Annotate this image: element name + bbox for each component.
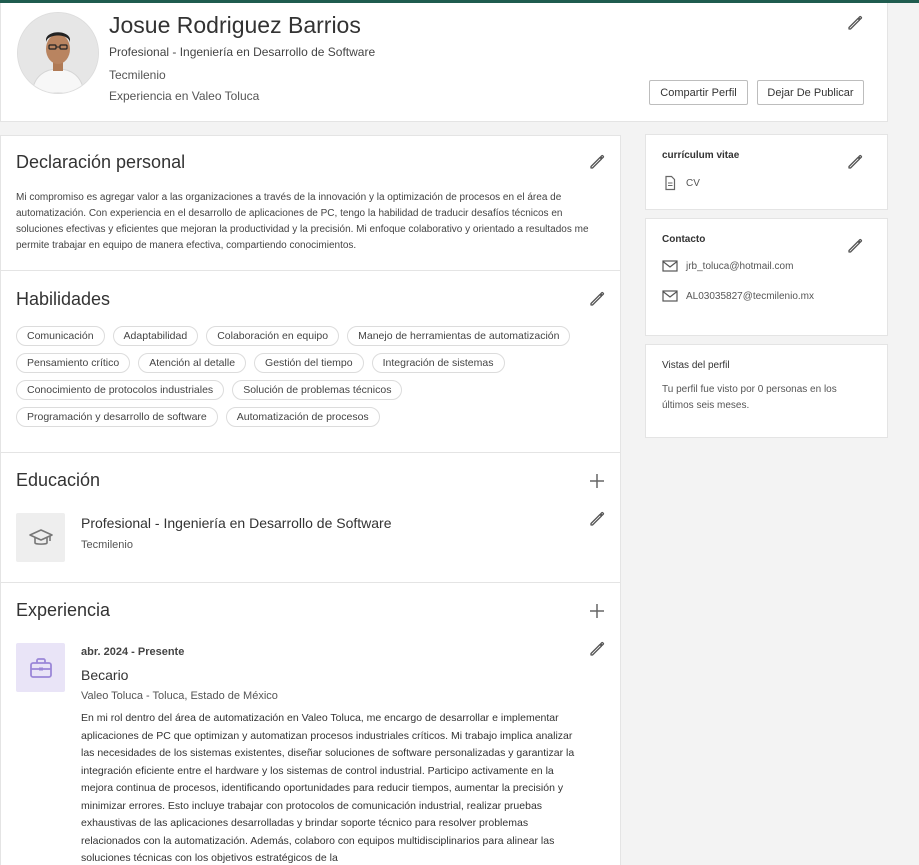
- statement-text: Mi compromiso es agregar valor a las org…: [16, 192, 589, 251]
- skill-chip: Solución de problemas técnicos: [232, 380, 403, 400]
- share-profile-button[interactable]: Compartir Perfil: [649, 80, 748, 105]
- views-title: Vistas del perfil: [662, 360, 730, 371]
- education-degree: Profesional - Ingeniería en Desarrollo d…: [81, 515, 392, 531]
- cv-file-link[interactable]: CV: [662, 175, 700, 191]
- profile-header-card: Josue Rodriguez Barrios Profesional - In…: [0, 3, 888, 122]
- skill-chip: Gestión del tiempo: [254, 353, 364, 373]
- experience-dates: abr. 2024 - Presente: [81, 646, 185, 658]
- email-personal-text: jrb_toluca@hotmail.com: [686, 260, 794, 272]
- experience-item-icon-box: [16, 643, 65, 692]
- mail-icon: [662, 290, 678, 302]
- edit-contact-pencil-icon[interactable]: [846, 237, 864, 255]
- skill-chip: Programación y desarrollo de software: [16, 407, 218, 427]
- experience-role: Becario: [81, 667, 129, 683]
- profile-experience: Experiencia en Valeo Toluca: [109, 89, 260, 103]
- avatar-photo: [18, 13, 98, 93]
- graduation-cap-icon: [28, 528, 53, 545]
- skill-chip: Comunicación: [16, 326, 105, 346]
- skills-chip-list: Comunicación Adaptabilidad Colaboración …: [16, 326, 606, 427]
- views-text: Tu perfil fue visto por 0 personas en lo…: [662, 384, 837, 411]
- skill-chip: Pensamiento crítico: [16, 353, 131, 373]
- profile-name: Josue Rodriguez Barrios: [109, 12, 361, 38]
- email-school-text: AL03035827@tecmilenio.mx: [686, 290, 815, 302]
- skill-chip: Atención al detalle: [138, 353, 247, 373]
- edit-skills-pencil-icon[interactable]: [588, 290, 606, 308]
- profile-school: Tecmilenio: [109, 68, 166, 82]
- document-icon: [665, 175, 676, 191]
- briefcase-icon: [29, 657, 52, 678]
- avatar[interactable]: [18, 13, 98, 93]
- contact-email-personal[interactable]: jrb_toluca@hotmail.com: [662, 259, 793, 273]
- mail-icon: [662, 260, 678, 272]
- cv-title: currículum vitae: [662, 150, 740, 161]
- education-item-icon-box: [16, 513, 65, 562]
- skills-card: Habilidades Comunicación Adaptabilidad C…: [0, 270, 621, 453]
- personal-statement-card: Declaración personal Mi compromiso es ag…: [0, 135, 621, 271]
- cv-card: currículum vitae CV: [645, 134, 888, 210]
- section-title-experience: Experiencia: [16, 600, 111, 620]
- edit-statement-pencil-icon[interactable]: [588, 153, 606, 171]
- skill-chip: Automatización de procesos: [225, 407, 380, 427]
- profile-views-card: Vistas del perfil Tu perfil fue visto po…: [645, 344, 888, 438]
- edit-profile-pencil-icon[interactable]: [846, 14, 864, 32]
- experience-description: En mi rol dentro del área de automatizac…: [81, 712, 575, 864]
- skill-chip: Integración de sistemas: [371, 353, 505, 373]
- contact-card: Contacto jrb_toluca@hotmail.com AL030358…: [645, 218, 888, 336]
- edit-experience-pencil-icon[interactable]: [588, 640, 606, 658]
- experience-company: Valeo Toluca - Toluca, Estado de México: [81, 690, 278, 702]
- contact-title: Contacto: [662, 234, 706, 245]
- profile-degree: Profesional - Ingeniería en Desarrollo d…: [109, 45, 376, 59]
- add-education-plus-icon[interactable]: [588, 472, 606, 490]
- skill-chip: Adaptabilidad: [112, 326, 199, 346]
- edit-education-pencil-icon[interactable]: [588, 510, 606, 528]
- skill-chip: Conocimiento de protocolos industriales: [16, 380, 225, 400]
- section-title-statement: Declaración personal: [16, 152, 186, 172]
- section-title-education: Educación: [16, 470, 101, 490]
- edit-cv-pencil-icon[interactable]: [846, 153, 864, 171]
- unpublish-button[interactable]: Dejar De Publicar: [757, 80, 864, 105]
- skill-chip: Colaboración en equipo: [206, 326, 340, 346]
- cv-file-label: CV: [686, 177, 700, 189]
- section-title-skills: Habilidades: [16, 289, 111, 309]
- education-school: Tecmilenio: [81, 539, 133, 551]
- experience-card: Experiencia abr. 2024 - Presente Becario…: [0, 582, 621, 865]
- contact-email-school[interactable]: AL03035827@tecmilenio.mx: [662, 289, 814, 303]
- add-experience-plus-icon[interactable]: [588, 602, 606, 620]
- education-card: Educación Profesional - Ingeniería en De…: [0, 452, 621, 583]
- skill-chip: Manejo de herramientas de automatización: [347, 326, 571, 346]
